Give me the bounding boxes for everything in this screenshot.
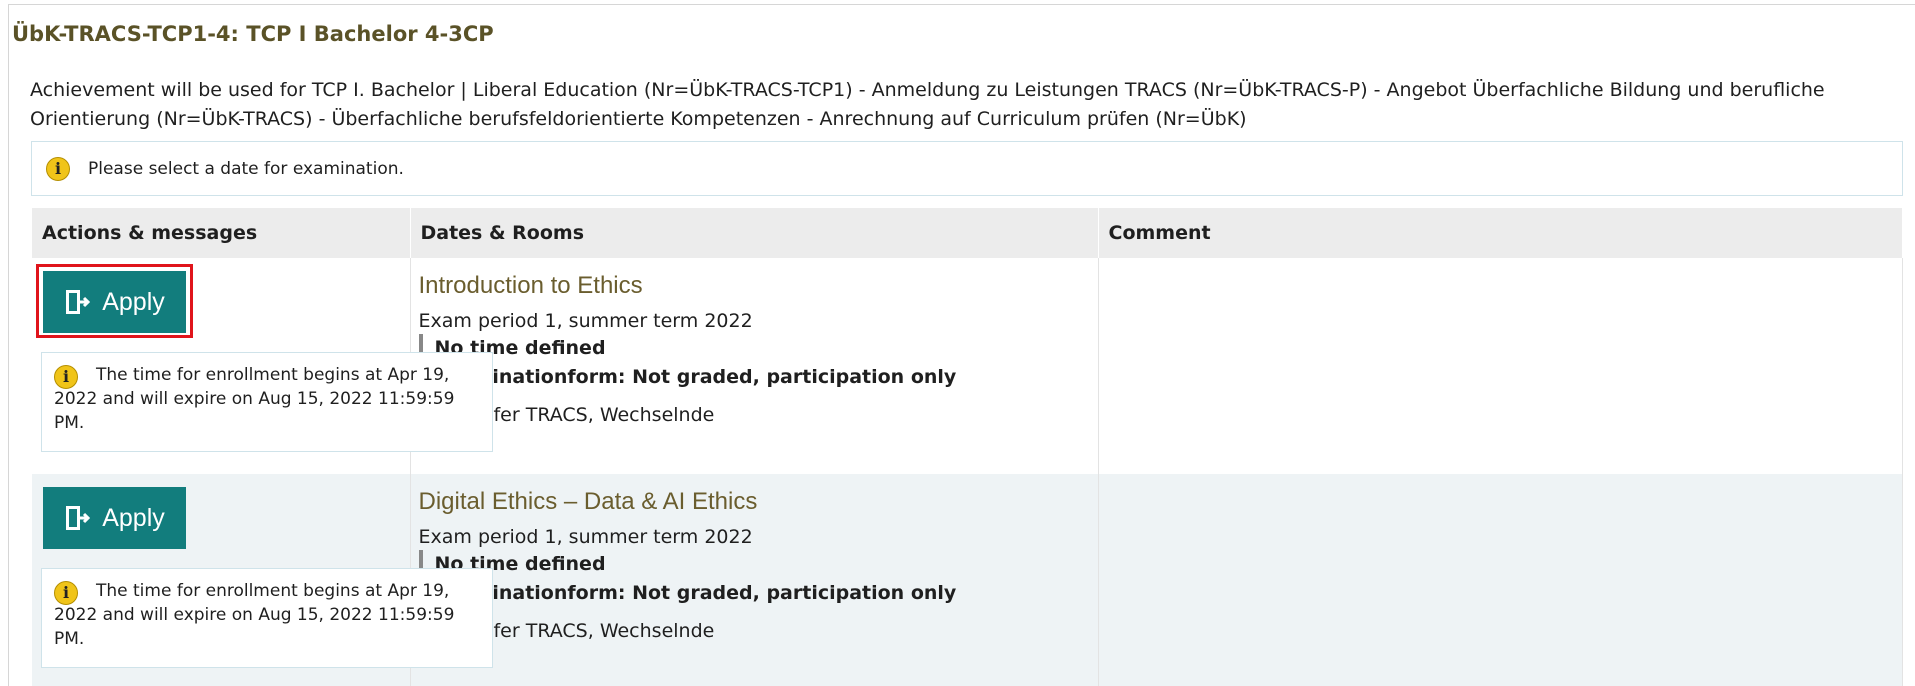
apply-button-wrapper: Apply — [36, 480, 193, 554]
info-message-box: i Please select a date for examination. — [31, 141, 1903, 196]
exam-period: Exam period 1, summer term 2022 — [418, 526, 753, 548]
info-icon: i — [46, 156, 70, 181]
exam-details: No time defined Examinationform: Not gra… — [418, 334, 1090, 438]
header-actions: Actions & messages — [32, 208, 411, 258]
info-icon: i — [54, 365, 78, 389]
exam-dates-table: Actions & messages Dates & Rooms Comment… — [32, 208, 1903, 686]
enrollment-info-box: i The time for enrollment begins at Apr … — [41, 352, 493, 452]
actions-cell: Apply i The time for enrollment begins a… — [32, 474, 493, 686]
examiner: Prüfer TRACS, Wechselnde — [435, 620, 1090, 654]
door-enter-icon — [64, 288, 91, 316]
header-dates-rooms: Dates & Rooms — [410, 208, 1099, 258]
exam-period: Exam period 1, summer term 2022 — [418, 310, 753, 332]
exam-form: Examinationform: Not graded, participati… — [434, 582, 957, 604]
table-row: Apply i The time for enrollment begins a… — [32, 474, 1903, 686]
enrollment-info-box: i The time for enrollment begins at Apr … — [41, 568, 493, 668]
course-title-link[interactable]: Digital Ethics – Data & AI Ethics — [419, 488, 1090, 516]
apply-button-label: Apply — [102, 503, 165, 532]
info-icon: i — [54, 581, 78, 605]
examiner-name: Prüfer TRACS, Wechselnde — [462, 620, 715, 642]
apply-button-highlight: Apply — [36, 264, 193, 338]
course-title-link[interactable]: Introduction to Ethics — [419, 272, 1090, 300]
examiner-name: Prüfer TRACS, Wechselnde — [462, 404, 715, 426]
achievement-description: Achievement will be used for TCP I. Bach… — [30, 79, 1825, 130]
exam-form: Examinationform: Not graded, participati… — [434, 366, 957, 388]
apply-button[interactable]: Apply — [43, 487, 186, 549]
enrollment-note: The time for enrollment begins at Apr 19… — [54, 581, 455, 649]
exam-time: No time defined — [434, 337, 606, 359]
comment-cell — [1098, 258, 1903, 474]
apply-button-label: Apply — [102, 287, 165, 316]
page-title: ÜbK-TRACS-TCP1-4: TCP I Bachelor 4-3CP — [12, 22, 494, 46]
exam-time: No time defined — [434, 553, 606, 575]
table-header-row: Actions & messages Dates & Rooms Comment — [32, 208, 1903, 258]
dates-rooms-cell: Digital Ethics – Data & AI Ethics Exam p… — [410, 474, 1099, 686]
examiner: Prüfer TRACS, Wechselnde — [435, 404, 1090, 438]
table-row: Apply i The time for enrollment begins a… — [32, 258, 1903, 474]
exam-details: No time defined Examinationform: Not gra… — [418, 550, 1090, 654]
actions-cell: Apply i The time for enrollment begins a… — [32, 258, 493, 474]
enrollment-note: The time for enrollment begins at Apr 19… — [54, 365, 455, 433]
dates-rooms-cell: Introduction to Ethics Exam period 1, su… — [410, 258, 1099, 474]
apply-button[interactable]: Apply — [43, 271, 186, 333]
door-enter-icon — [64, 504, 91, 532]
header-comment: Comment — [1098, 208, 1903, 258]
info-message-text: Please select a date for examination. — [88, 158, 404, 179]
comment-cell — [1098, 474, 1903, 686]
